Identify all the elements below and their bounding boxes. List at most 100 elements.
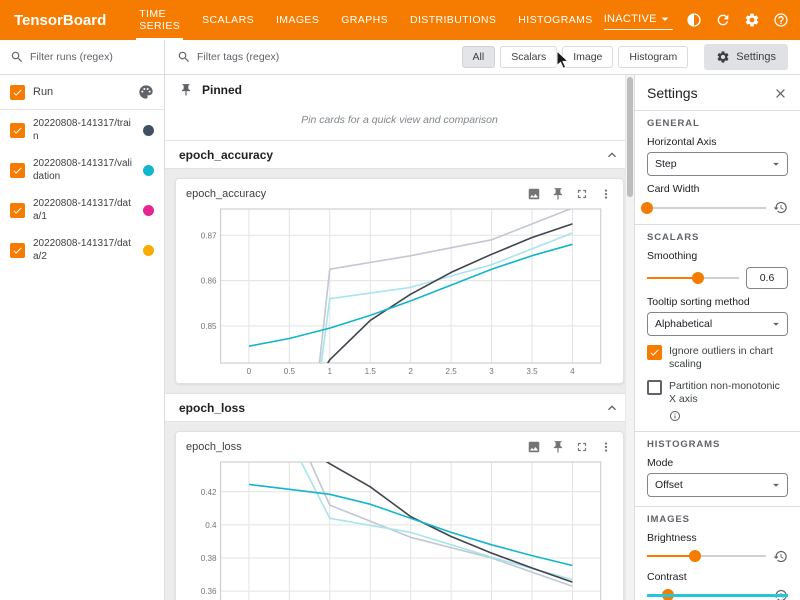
pin-icon[interactable] — [551, 440, 565, 454]
check-icon — [12, 245, 23, 256]
scrollbar-thumb[interactable] — [627, 77, 633, 197]
epoch-accuracy-chart[interactable]: 00.511.522.533.540.850.860.87 — [184, 203, 615, 381]
filter-tags-input[interactable] — [197, 51, 456, 63]
svg-text:0.36: 0.36 — [201, 587, 217, 596]
settings-panel: Settings GENERAL Horizontal Axis Step Ca… — [634, 75, 800, 600]
partition-x-axis-checkbox[interactable] — [647, 380, 662, 395]
fullscreen-icon[interactable] — [575, 187, 589, 201]
info-icon[interactable] — [669, 410, 681, 422]
chip-all[interactable]: All — [462, 46, 496, 68]
image-toggle-icon[interactable] — [527, 187, 541, 201]
run-list-header[interactable]: Run — [0, 75, 164, 110]
tooltip-sorting-select[interactable]: Alphabetical — [647, 312, 788, 336]
run-checkbox[interactable] — [10, 163, 25, 178]
smoothing-value-input[interactable] — [746, 267, 788, 289]
check-icon — [12, 125, 23, 136]
run-row-data-2[interactable]: 20220808-141317/data/2 — [0, 230, 164, 270]
card-title: epoch_accuracy — [186, 188, 266, 200]
run-checkbox[interactable] — [10, 243, 25, 258]
filter-runs-input[interactable] — [30, 51, 154, 63]
svg-text:0.42: 0.42 — [201, 488, 217, 497]
tab-graphs[interactable]: GRAPHS — [330, 0, 399, 40]
fullscreen-icon[interactable] — [575, 440, 589, 454]
section-epoch-accuracy[interactable]: epoch_accuracy — [165, 140, 634, 169]
select-all-runs-checkbox[interactable] — [10, 85, 25, 100]
runs-column-label: Run — [33, 85, 130, 99]
runs-sidebar: Run 20220808-141317/train 20220808-14131… — [0, 75, 165, 600]
more-options-icon[interactable] — [599, 187, 613, 201]
check-icon — [649, 347, 660, 358]
card-area: epoch_accuracy 00.511.522.533.540.850.86… — [165, 169, 634, 393]
pin-icon — [179, 83, 193, 97]
tooltip-sorting-label: Tooltip sorting method — [647, 296, 788, 308]
general-heading: GENERAL — [647, 118, 788, 129]
card-header: epoch_accuracy — [186, 187, 613, 201]
tab-histograms[interactable]: HISTOGRAMS — [507, 0, 603, 40]
palette-icon[interactable] — [138, 84, 154, 100]
histogram-mode-select[interactable]: Offset — [647, 473, 788, 497]
slider-knob[interactable] — [641, 202, 653, 214]
gear-icon — [716, 50, 730, 64]
svg-text:0.86: 0.86 — [201, 277, 217, 286]
chart-card-epoch-loss: epoch_loss 00.511.522.533.540.360.380.40… — [175, 431, 624, 600]
card-width-slider[interactable] — [647, 201, 766, 215]
more-options-icon[interactable] — [599, 440, 613, 454]
help-icon[interactable] — [773, 12, 789, 28]
image-toggle-icon[interactable] — [527, 440, 541, 454]
runs-filter — [0, 40, 165, 74]
tab-images[interactable]: IMAGES — [265, 0, 330, 40]
svg-text:0.85: 0.85 — [201, 322, 217, 331]
settings-button[interactable]: Settings — [704, 44, 788, 70]
scalars-heading: SCALARS — [647, 232, 788, 243]
card-title: epoch_loss — [186, 441, 242, 453]
restore-icon — [773, 200, 788, 215]
reset-card-width-button[interactable] — [773, 200, 788, 215]
divider — [635, 224, 800, 225]
gear-icon[interactable] — [744, 12, 760, 28]
epoch-loss-chart[interactable]: 00.511.522.533.540.360.380.40.42 — [184, 456, 615, 600]
svg-text:0.4: 0.4 — [205, 521, 217, 530]
main-scrollbar[interactable] — [625, 75, 634, 600]
tab-time-series[interactable]: TIME SERIES — [128, 0, 191, 40]
images-heading: IMAGES — [647, 514, 788, 525]
close-settings-button[interactable] — [773, 86, 788, 101]
run-checkbox[interactable] — [10, 123, 25, 138]
svg-text:1.5: 1.5 — [365, 367, 377, 376]
app-title: TensorBoard — [14, 12, 106, 29]
chip-scalars[interactable]: Scalars — [500, 46, 557, 68]
ignore-outliers-checkbox[interactable] — [647, 345, 662, 360]
run-color-dot — [143, 205, 154, 216]
smoothing-slider[interactable] — [647, 271, 739, 285]
search-icon — [10, 50, 24, 64]
divider — [635, 506, 800, 507]
histograms-heading: HISTOGRAMS — [647, 439, 788, 450]
contrast-label: Contrast — [647, 571, 788, 583]
partition-x-axis-checkbox-row[interactable]: Partition non-monotonic X axis — [647, 380, 788, 421]
slider-knob[interactable] — [689, 550, 701, 562]
run-row-data-1[interactable]: 20220808-141317/data/1 — [0, 190, 164, 230]
restore-icon — [773, 549, 788, 564]
refresh-icon[interactable] — [715, 12, 731, 28]
run-checkbox[interactable] — [10, 203, 25, 218]
reset-brightness-button[interactable] — [773, 549, 788, 564]
brightness-slider[interactable] — [647, 549, 766, 563]
settings-button-label: Settings — [736, 51, 776, 63]
run-row-train[interactable]: 20220808-141317/train — [0, 110, 164, 150]
chevron-up-icon[interactable] — [604, 147, 620, 163]
ignore-outliers-label: Ignore outliers in chart scaling — [669, 345, 788, 371]
tab-distributions[interactable]: DISTRIBUTIONS — [399, 0, 507, 40]
chevron-up-icon[interactable] — [604, 400, 620, 416]
divider — [635, 431, 800, 432]
chip-image[interactable]: Image — [562, 46, 613, 68]
tab-scalars[interactable]: SCALARS — [191, 0, 265, 40]
data-status-dropdown[interactable]: INACTIVE — [604, 11, 673, 30]
tooltip-sorting-value: Alphabetical — [655, 318, 712, 330]
run-row-validation[interactable]: 20220808-141317/validation — [0, 150, 164, 190]
chip-histogram[interactable]: Histogram — [618, 46, 688, 68]
horizontal-axis-select[interactable]: Step — [647, 152, 788, 176]
ignore-outliers-checkbox-row[interactable]: Ignore outliers in chart scaling — [647, 345, 788, 371]
pin-icon[interactable] — [551, 187, 565, 201]
slider-knob[interactable] — [692, 272, 704, 284]
contrast-icon[interactable] — [686, 12, 702, 28]
section-epoch-loss[interactable]: epoch_loss — [165, 393, 634, 422]
